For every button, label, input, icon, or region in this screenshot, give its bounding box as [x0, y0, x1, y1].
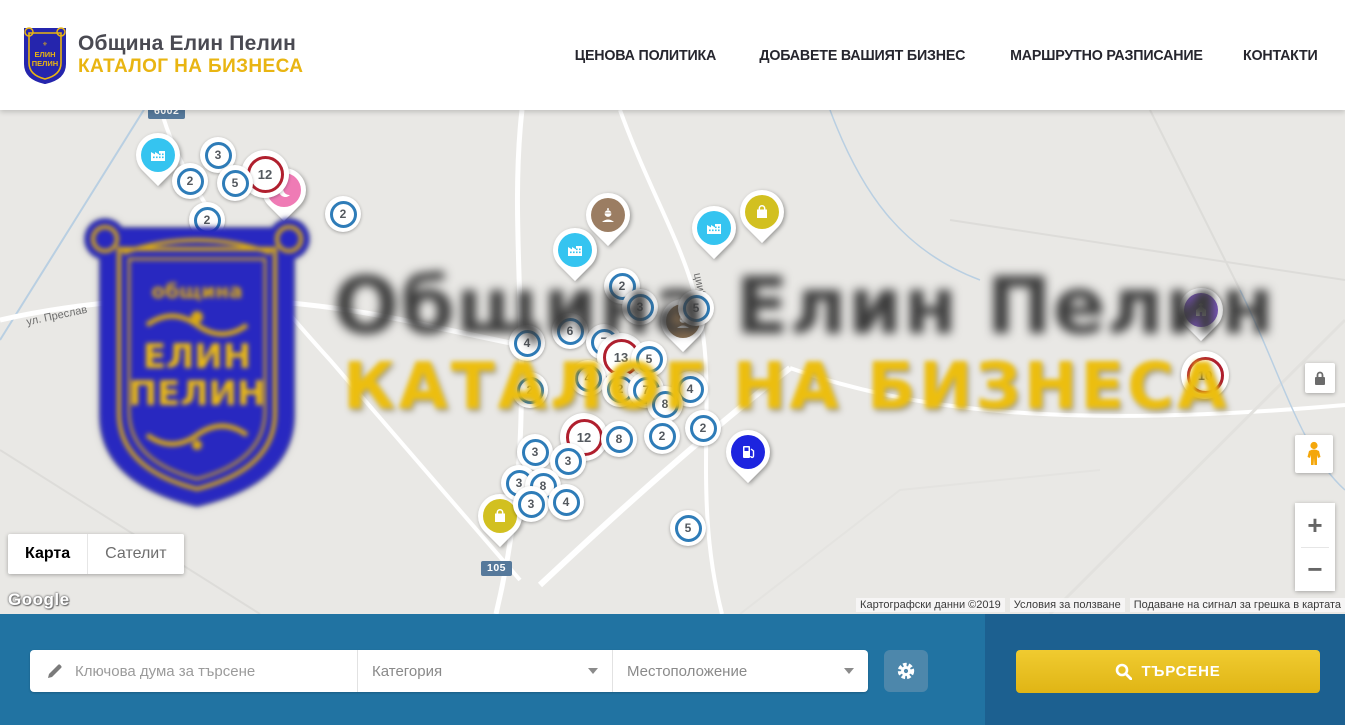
nav-pricing[interactable]: ЦЕНОВА ПОЛИТИКА [575, 47, 716, 64]
bag-icon [745, 195, 779, 229]
search-button-label: ТЪРСЕНЕ [1141, 663, 1220, 680]
location-select-value: Местоположение [627, 663, 747, 680]
chevron-down-icon [588, 668, 598, 674]
advanced-settings-button[interactable] [884, 650, 928, 692]
cluster-marker[interactable]: 8 [601, 421, 637, 457]
search-icon [1115, 663, 1132, 680]
svg-text:ПЕЛИН: ПЕЛИН [32, 59, 58, 68]
cluster-marker[interactable]: 5 [217, 165, 253, 201]
cluster-marker[interactable]: 2 [644, 418, 680, 454]
brand-subtitle: КАТАЛОГ НА БИЗНЕСА [78, 56, 303, 78]
chevron-down-icon [844, 668, 854, 674]
location-select[interactable]: Местоположение [613, 650, 868, 692]
search-button[interactable]: ТЪРСЕНЕ [1016, 650, 1320, 693]
search-fields: Категория Местоположение [30, 650, 868, 692]
cluster-marker[interactable]: 5 [670, 510, 706, 546]
attribution-terms-link[interactable]: Условия за ползване [1010, 598, 1125, 612]
map-canvas[interactable]: 6002 105 ул. Преслав бул. „Новосел ции“ … [0, 110, 1345, 614]
cluster-marker[interactable]: 4 [509, 325, 545, 361]
worker-icon [591, 198, 625, 232]
attribution-copyright: Картографски данни ©2019 [856, 598, 1005, 612]
keyword-input[interactable] [75, 663, 325, 680]
bag-pin-marker[interactable] [731, 181, 793, 243]
pegman-control[interactable] [1295, 435, 1333, 473]
cluster-marker[interactable]: 2 [685, 410, 721, 446]
factory-icon [697, 211, 731, 245]
search-bar: Категория Местоположение ТЪРСЕНЕ [0, 614, 1345, 725]
lock-icon [1313, 370, 1327, 386]
main-nav: ЦЕНОВА ПОЛИТИКА ДОБАВЕТЕ ВАШИЯТ БИЗНЕС М… [571, 0, 1320, 110]
zoom-in-button[interactable]: + [1295, 503, 1335, 547]
brand-title: Община Елин Пелин [78, 32, 303, 56]
cluster-marker[interactable]: 4 [548, 484, 584, 520]
map-type-satellite-button[interactable]: Сателит [87, 534, 183, 574]
cluster-marker[interactable]: 2 [172, 163, 208, 199]
cluster-marker[interactable]: 10 [1181, 351, 1229, 399]
municipality-logo-icon: ⚜ ЕЛИН ПЕЛИН [22, 26, 68, 84]
cluster-marker[interactable]: 3 [622, 289, 658, 325]
google-logo[interactable]: Google [8, 590, 70, 610]
lock-control[interactable] [1305, 363, 1335, 393]
svg-text:ЕЛИН: ЕЛИН [34, 50, 55, 59]
cluster-marker[interactable]: 2 [512, 372, 548, 408]
map-type-map-button[interactable]: Карта [8, 534, 87, 574]
cluster-marker[interactable]: 5 [678, 290, 714, 326]
nav-route-schedule[interactable]: МАРШРУТНО РАЗПИСАНИЕ [1010, 47, 1203, 64]
cluster-marker[interactable]: 4 [570, 360, 606, 396]
marker-layer: 321252223546713524274821282333834510 [0, 110, 1345, 614]
cluster-marker[interactable]: 6 [552, 313, 588, 349]
brand[interactable]: ⚜ ЕЛИН ПЕЛИН Община Елин Пелин КАТАЛОГ Н… [22, 26, 303, 84]
gear-icon [896, 661, 916, 681]
zoom-out-button[interactable]: − [1295, 548, 1335, 592]
cluster-marker[interactable]: 2 [189, 202, 225, 238]
fuel-pin-marker[interactable] [717, 421, 779, 483]
category-select[interactable]: Категория [358, 650, 613, 692]
nav-add-business[interactable]: ДОБАВЕТЕ ВАШИЯТ БИЗНЕС [759, 47, 965, 64]
bag-icon [483, 499, 517, 533]
attribution-report-link[interactable]: Подаване на сигнал за грешка в картата [1130, 598, 1345, 612]
cluster-marker[interactable]: 2 [325, 196, 361, 232]
map-attribution: Картографски данни ©2019 Условия за полз… [856, 598, 1345, 612]
top-header: ⚜ ЕЛИН ПЕЛИН Община Елин Пелин КАТАЛОГ Н… [0, 0, 1345, 110]
keyword-field[interactable] [30, 650, 358, 692]
zoom-control: + − [1295, 503, 1335, 591]
pencil-icon [46, 663, 63, 680]
church-icon [1184, 293, 1218, 327]
cluster-marker[interactable]: 8 [647, 386, 683, 422]
cluster-marker[interactable]: 3 [513, 486, 549, 522]
map-type-control: Карта Сателит [8, 534, 184, 574]
nav-contacts[interactable]: КОНТАКТИ [1243, 47, 1318, 64]
category-select-value: Категория [372, 663, 442, 680]
fuel-icon [731, 435, 765, 469]
church-pin-marker[interactable] [1170, 279, 1232, 341]
pegman-icon [1305, 441, 1323, 467]
factory-icon [558, 233, 592, 267]
svg-text:⚜: ⚜ [42, 41, 47, 48]
factory-pin-marker[interactable] [683, 197, 745, 259]
factory-icon [141, 138, 175, 172]
